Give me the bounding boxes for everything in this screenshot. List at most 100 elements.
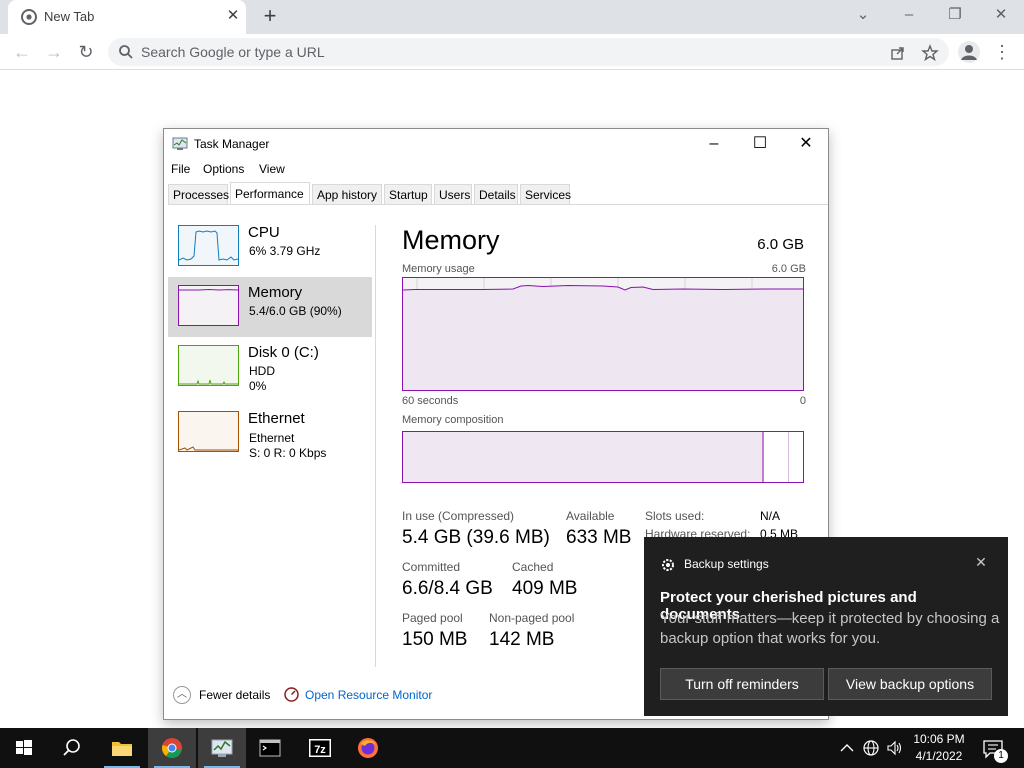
clock-date[interactable]: 4/1/2022	[908, 749, 970, 763]
minimize-button[interactable]: –	[691, 129, 737, 159]
resource-cpu[interactable]: CPU 6% 3.79 GHz	[168, 217, 372, 277]
taskbar-7zip[interactable]: 7z	[296, 728, 344, 768]
menu-bar: File Options View	[164, 160, 828, 180]
window-title: Task Manager	[194, 137, 270, 151]
omnibox-input[interactable]	[141, 42, 871, 62]
browser-toolbar: ← → ↻ ⋮	[0, 34, 1024, 70]
notification-body: Your stuff matters—keep it protected by …	[660, 610, 1000, 647]
restore-button[interactable]: ❐	[943, 5, 967, 27]
cpu-thumbnail	[178, 225, 239, 266]
taskbar-firefox[interactable]	[344, 728, 392, 768]
omnibox[interactable]	[108, 38, 949, 66]
new-tab-button[interactable]: +	[258, 5, 282, 29]
firefox-icon	[358, 738, 378, 758]
ethernet-thumbnail	[178, 411, 239, 452]
taskbar-task-manager[interactable]	[198, 728, 246, 768]
menu-icon[interactable]: ⋮	[992, 40, 1012, 64]
stat-cached-value: 409 MB	[512, 578, 578, 599]
reload-icon[interactable]: ↻	[74, 40, 98, 64]
resource-name: Ethernet	[248, 410, 305, 427]
memory-thumbnail	[178, 285, 239, 326]
profile-icon[interactable]	[958, 41, 980, 63]
taskbar-chrome[interactable]	[148, 728, 196, 768]
chevron-up-icon: ︿	[173, 686, 191, 704]
menu-file[interactable]: File	[171, 162, 190, 176]
search-icon	[63, 739, 80, 756]
stat-in-use-value: 5.4 GB (39.6 MB)	[402, 527, 550, 548]
page-title: Memory	[402, 225, 500, 255]
backup-notification[interactable]: Backup settings ✕ Protect your cherished…	[644, 537, 1008, 716]
resource-name: Memory	[248, 284, 303, 301]
network-icon[interactable]	[862, 739, 880, 757]
memory-total: 6.0 GB	[757, 236, 804, 253]
resource-list: CPU 6% 3.79 GHz Memory 5.4/6.0 GB (90%) …	[168, 217, 372, 667]
stat-nonpaged-label: Non-paged pool	[489, 611, 575, 625]
memory-composition-label: Memory composition	[402, 414, 504, 426]
file-explorer-icon	[112, 742, 132, 756]
tab-processes[interactable]: Processes	[168, 184, 229, 204]
stat-in-use-label: In use (Compressed)	[402, 509, 515, 523]
view-backup-options-button[interactable]: View backup options	[828, 668, 992, 700]
resource-name: CPU	[248, 224, 280, 241]
tab-performance[interactable]: Performance	[230, 182, 310, 204]
chevron-down-icon[interactable]: ⌄	[851, 5, 875, 27]
search-button[interactable]	[48, 728, 96, 768]
start-icon	[16, 740, 32, 755]
menu-options[interactable]: Options	[203, 162, 244, 176]
stat-paged-label: Paged pool	[402, 611, 463, 625]
menu-view[interactable]: View	[259, 162, 285, 176]
resource-detail: HDD	[249, 364, 275, 378]
star-icon[interactable]	[921, 44, 939, 62]
panel-divider	[375, 225, 376, 667]
close-icon[interactable]: ✕	[972, 553, 990, 571]
back-icon[interactable]: ←	[10, 40, 34, 64]
memory-composition-bar	[402, 431, 804, 483]
tab-app-history[interactable]: App history	[312, 184, 382, 204]
share-icon[interactable]	[889, 44, 907, 62]
stat-nonpaged-value: 142 MB	[489, 629, 555, 650]
clock-time[interactable]: 10:06 PM	[908, 732, 970, 746]
7zip-icon: 7z	[309, 739, 331, 757]
close-window-button[interactable]: ✕	[989, 5, 1013, 27]
axis-left-label: 60 seconds	[402, 395, 459, 407]
terminal-icon	[259, 739, 281, 757]
turn-off-reminders-button[interactable]: Turn off reminders	[660, 668, 824, 700]
task-manager-icon	[172, 137, 188, 150]
tab-users[interactable]: Users	[434, 184, 472, 204]
chrome-icon	[21, 9, 37, 25]
maximize-button[interactable]: ☐	[737, 129, 783, 159]
start-button[interactable]	[0, 728, 48, 768]
disk-thumbnail	[178, 345, 239, 386]
task-manager-icon	[211, 739, 233, 757]
volume-icon[interactable]	[886, 739, 904, 757]
notification-app-name: Backup settings	[684, 557, 769, 571]
tab-services[interactable]: Services	[520, 184, 571, 204]
resource-memory[interactable]: Memory 5.4/6.0 GB (90%)	[168, 277, 372, 337]
close-icon[interactable]: ✕	[224, 7, 242, 25]
fewer-details-label: Fewer details	[199, 688, 271, 702]
task-manager-titlebar[interactable]: Task Manager – ☐ ✕	[164, 129, 828, 159]
browser-tab[interactable]: New Tab ✕	[8, 0, 246, 34]
stat-committed-label: Committed	[402, 560, 461, 574]
chevron-up-icon[interactable]	[838, 739, 856, 757]
stat-committed-value: 6.6/8.4 GB	[402, 578, 493, 599]
stat-available-label: Available	[566, 509, 615, 523]
stat-slots-label: Slots used:	[645, 509, 705, 523]
memory-usage-label: Memory usage	[402, 263, 475, 275]
resource-detail: 5.4/6.0 GB (90%)	[249, 304, 342, 318]
resource-detail: 6% 3.79 GHz	[249, 244, 321, 258]
minimize-button[interactable]: –	[897, 5, 921, 27]
forward-icon[interactable]: →	[42, 40, 66, 64]
tab-startup[interactable]: Startup	[384, 184, 432, 204]
resource-disk[interactable]: Disk 0 (C:) HDD 0%	[168, 337, 372, 397]
taskbar-file-explorer[interactable]	[98, 728, 146, 768]
memory-usage-max: 6.0 GB	[771, 263, 806, 275]
tab-bar: Processes Performance App history Startu…	[168, 182, 828, 205]
taskbar-terminal[interactable]	[246, 728, 294, 768]
stat-paged-value: 150 MB	[402, 629, 468, 650]
tab-details[interactable]: Details	[474, 184, 518, 204]
chrome-icon	[162, 738, 182, 758]
resource-ethernet[interactable]: Ethernet Ethernet S: 0 R: 0 Kbps	[168, 403, 372, 463]
close-button[interactable]: ✕	[783, 129, 829, 159]
taskbar: 7z 10:06 PM 4/1/2022 1	[0, 728, 1024, 768]
